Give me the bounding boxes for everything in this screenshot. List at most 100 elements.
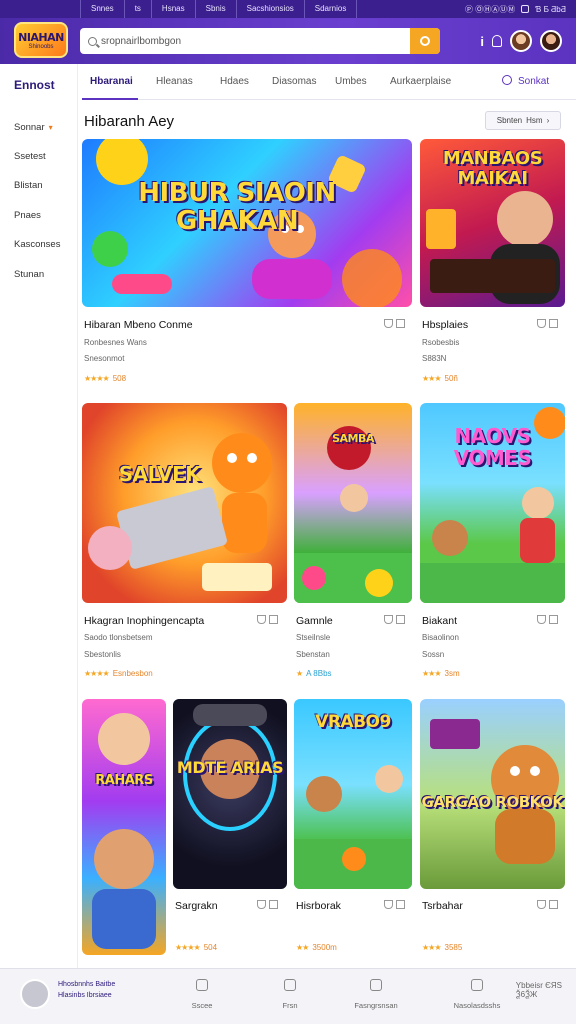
bookmark-icon[interactable] — [384, 900, 393, 909]
share-icon[interactable] — [396, 900, 405, 909]
tab[interactable]: Umbes — [335, 76, 367, 87]
bookmark-icon[interactable] — [257, 900, 266, 909]
share-icon[interactable] — [549, 319, 558, 328]
game-title-art: VRABO9 — [315, 712, 391, 732]
top-right-label[interactable]: Ɓ Ƃ ƋbƋ — [535, 5, 566, 14]
active-tab-indicator — [82, 98, 138, 100]
game-thumbnail[interactable]: SAMBA — [294, 403, 412, 603]
tab[interactable]: Hbaranai — [90, 76, 133, 87]
top-link[interactable]: Sacshionsios — [237, 0, 305, 18]
avatar[interactable] — [20, 979, 50, 1009]
tab[interactable]: Aurkaerplaise — [390, 76, 451, 87]
search-icon — [420, 36, 430, 46]
bookmark-icon[interactable] — [257, 615, 266, 624]
avatar[interactable] — [510, 30, 532, 52]
bell-icon[interactable] — [492, 35, 502, 47]
share-icon[interactable] — [549, 615, 558, 624]
share-icon[interactable] — [269, 900, 278, 909]
game-title-art: MDTE ARIAS — [176, 758, 284, 777]
bookmark-icon[interactable] — [537, 319, 546, 328]
logo-title: NIAHAN — [18, 30, 64, 44]
mail-icon[interactable] — [521, 5, 530, 13]
game-title[interactable]: Gamnle — [296, 615, 333, 627]
tab[interactable]: Diasomas — [272, 76, 316, 87]
chevron-right-icon: › — [546, 116, 550, 125]
share-icon[interactable] — [269, 615, 278, 624]
top-right-text[interactable]: Ⓟ ⓄⒽⒶⓊⓂ — [465, 4, 515, 15]
category-tabs: Hbaranai Hleanas Hdaes Diasomas Umbes Au… — [82, 64, 576, 100]
share-icon[interactable] — [396, 319, 405, 328]
game-thumbnail[interactable]: NAOVS VOMES — [420, 403, 565, 603]
view-toggle-label: Sbnten — [496, 116, 523, 125]
top-link[interactable]: Snnes — [80, 0, 125, 18]
tab[interactable]: Hdaes — [220, 76, 249, 87]
location-icon — [370, 979, 382, 991]
game-thumbnail[interactable]: GARGAO ROBKOK — [420, 699, 565, 889]
bottom-nav-label: Fasngrsnsan — [354, 1001, 398, 1010]
sidebar-item[interactable]: Sonnar ▾ — [14, 122, 53, 133]
top-link[interactable]: Sdarnios — [305, 0, 358, 18]
game-rating: ★★★ 3585 — [422, 943, 462, 952]
game-thumbnail[interactable]: RAHARS — [82, 699, 166, 955]
game-title-art: SALVEK — [118, 462, 201, 486]
bottom-right-text: Ybbeisr ЄЯS Ѯ6ѮЖ — [516, 981, 562, 999]
game-art — [88, 433, 272, 591]
game-title[interactable]: Hisrborak — [296, 900, 341, 912]
sidebar-item-label: Blistan — [14, 180, 43, 191]
search-icon — [88, 36, 97, 46]
top-link[interactable]: Sbnis — [196, 0, 237, 18]
game-rating: ★★ 3500m — [296, 943, 337, 952]
search-button[interactable] — [410, 28, 440, 54]
bookmark-icon[interactable] — [384, 319, 393, 328]
game-title-art: GARGAO ROBKOK — [421, 793, 564, 811]
home-icon — [196, 979, 208, 991]
top-link[interactable]: ts — [125, 0, 152, 18]
sidebar-item[interactable]: Stunan — [14, 269, 44, 280]
game-title[interactable]: Tsrbahar — [422, 900, 463, 912]
rating-value: 3585 — [444, 943, 463, 952]
bottom-nav-item[interactable]: Fasngrsnsan — [341, 979, 411, 1013]
game-thumbnail[interactable]: MDTE ARIAS — [173, 699, 287, 889]
rating-value: A 8Bbs — [306, 669, 332, 678]
sidebar-item[interactable]: Kasconses — [14, 239, 60, 250]
search-icon[interactable] — [502, 75, 512, 85]
sidebar-item[interactable]: Blistan — [14, 180, 43, 191]
game-rating: ★★★★ Esnbesbon — [84, 669, 153, 678]
bookmark-icon[interactable] — [537, 900, 546, 909]
game-title[interactable]: Biakant — [422, 615, 457, 627]
site-logo[interactable]: NIAHAN Shinoobs — [14, 22, 68, 58]
info-icon[interactable]: i — [480, 34, 484, 49]
game-title-art: RAHARS — [95, 773, 153, 788]
game-title-art: MANBAOS MAIKAI — [442, 148, 543, 189]
top-right-links: Ⓟ ⓄⒽⒶⓊⓂ Ɓ Ƃ ƋbƋ — [465, 0, 566, 18]
game-title[interactable]: Sargrakn — [175, 900, 218, 912]
tab[interactable]: Hleanas — [156, 76, 193, 87]
game-thumbnail[interactable]: MANBAOS MAIKAI — [420, 139, 565, 307]
bottom-nav-item[interactable]: Frsn — [255, 979, 325, 1013]
sidebar-item[interactable]: Pnaes — [14, 210, 41, 221]
sidebar-item[interactable]: Ssetest — [14, 151, 46, 162]
bookmark-icon[interactable] — [537, 615, 546, 624]
bottom-profile-name[interactable]: Hhosbnnhs Baitbe — [58, 981, 115, 988]
rating-stars: ★★★★ — [84, 669, 110, 678]
game-thumbnail[interactable]: HIBUR SIAOIN GHAKAN — [82, 139, 412, 307]
game-thumbnail[interactable]: SALVEK — [82, 403, 287, 603]
game-title[interactable]: Hbsplaies — [422, 319, 468, 331]
game-title[interactable]: Hkagran Inophingencapta — [84, 615, 204, 627]
bookmark-icon[interactable] — [384, 615, 393, 624]
game-title[interactable]: Hibaran Mbeno Conme — [84, 319, 193, 331]
card-actions — [384, 615, 405, 624]
search-input[interactable] — [101, 35, 411, 47]
bottom-nav-item[interactable]: Nasolasdsshs — [442, 979, 512, 1013]
share-icon[interactable] — [396, 615, 405, 624]
game-rating: ★★★★ 504 — [175, 943, 217, 952]
top-link[interactable]: Hsnas — [152, 0, 196, 18]
game-thumbnail[interactable]: VRABO9 — [294, 699, 412, 889]
rating-stars: ★ — [296, 669, 303, 678]
avatar[interactable] — [540, 30, 562, 52]
share-icon[interactable] — [549, 900, 558, 909]
view-toggle[interactable]: Sbnten Hsm › — [485, 111, 561, 130]
bottom-nav-item[interactable]: Sscee — [167, 979, 237, 1013]
section-title: Hibaranh Aey — [84, 113, 175, 130]
sort-button[interactable]: Sonkat — [518, 76, 549, 87]
